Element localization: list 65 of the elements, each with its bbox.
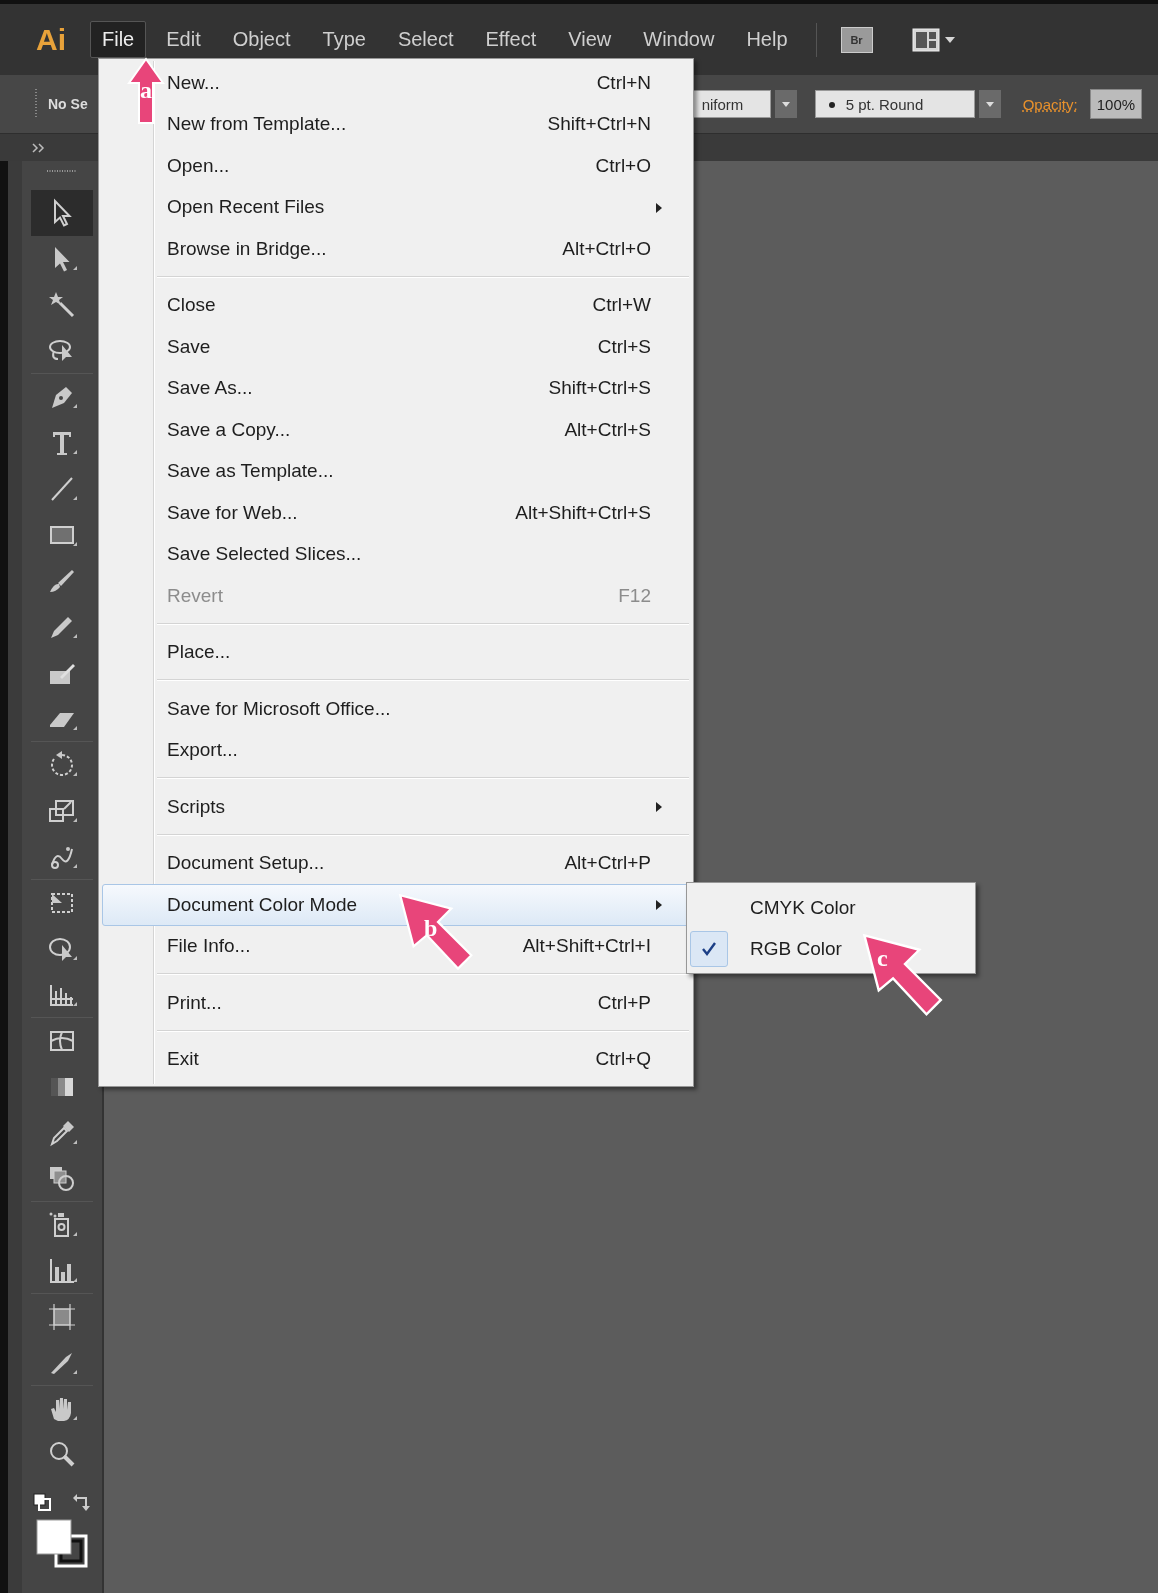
selection-label: No Se — [48, 96, 88, 112]
menu-option[interactable]: Document Color Mode — [167, 893, 358, 916]
menu-item[interactable]: Select — [385, 21, 466, 58]
grip-icon[interactable] — [47, 169, 77, 173]
shortcut-text: Ctrl+Q — [595, 1048, 651, 1071]
expand-panel-icon[interactable] — [32, 142, 46, 153]
shortcut-text: Alt+Shift+Ctrl+S — [515, 501, 651, 524]
menu-item[interactable]: Object — [220, 21, 303, 58]
callout-letter: c — [877, 946, 888, 970]
callout-letter: b — [424, 916, 438, 940]
shortcut-text: Alt+Ctrl+O — [562, 237, 651, 260]
menu-option[interactable]: Scripts — [167, 795, 226, 818]
shortcut-text: F12 — [618, 584, 651, 607]
shortcut-text: Ctrl+P — [597, 991, 651, 1014]
menu-option[interactable]: Save Selected Slices... — [167, 543, 362, 566]
menu-item[interactable]: Type — [310, 21, 378, 58]
swap-icon[interactable] — [72, 1492, 92, 1512]
menu-option[interactable]: Open... — [167, 154, 230, 177]
bridge-button[interactable]: Br — [840, 26, 873, 53]
menu-option[interactable]: Export... — [167, 739, 238, 762]
fill-stroke-icon[interactable] — [34, 1518, 90, 1568]
shortcut-text: Shift+Ctrl+S — [548, 377, 651, 400]
menu-option[interactable]: Close — [167, 294, 216, 317]
shortcut-text: Ctrl+S — [597, 335, 651, 358]
shortcut-text: Ctrl+O — [595, 154, 651, 177]
menu-item[interactable]: Edit — [154, 21, 213, 58]
menu-item[interactable]: Effect — [473, 21, 549, 58]
stroke-profile-dropdown[interactable]: niform — [692, 90, 771, 118]
shortcut-text: Alt+Ctrl+S — [564, 418, 651, 441]
menu-option[interactable]: New from Template... — [167, 113, 347, 136]
menu-option[interactable]: Save — [167, 335, 211, 358]
checkmark-icon — [701, 940, 717, 957]
menu-option[interactable]: Browse in Bridge... — [167, 237, 327, 260]
shortcut-text: Alt+Shift+Ctrl+I — [522, 935, 651, 958]
tool-button[interactable] — [31, 190, 93, 236]
menu-item[interactable]: View — [556, 21, 624, 58]
menu-option[interactable]: Save As... — [167, 377, 253, 400]
grip-icon[interactable] — [34, 89, 38, 119]
menu-option[interactable]: Exit — [167, 1048, 199, 1071]
menu-item[interactable]: Window — [631, 21, 727, 58]
menu-option[interactable]: Save as Template... — [167, 460, 334, 483]
opacity-field[interactable]: 100% — [1089, 89, 1143, 119]
menu-option[interactable]: Open Recent Files — [167, 196, 325, 219]
brush-dropdown[interactable]: 5 pt. Round — [814, 90, 975, 118]
menu-option[interactable]: Print... — [167, 991, 222, 1014]
menu-option[interactable]: New... — [167, 71, 220, 94]
artboard-icon — [46, 1301, 78, 1333]
menu-option[interactable]: Save a Copy... — [167, 418, 291, 441]
menu-option[interactable]: Place... — [167, 641, 231, 664]
callout-letter: a — [140, 78, 152, 102]
shortcut-text: Shift+Ctrl+N — [547, 113, 651, 136]
menu-option[interactable]: File Info... — [167, 935, 251, 958]
app-logo: Ai — [36, 22, 66, 57]
shortcut-text: Ctrl+W — [592, 294, 651, 317]
menu-option[interactable]: Save for Microsoft Office... — [167, 697, 391, 720]
menu-option[interactable]: Document Setup... — [167, 852, 325, 875]
menu-option[interactable]: Save for Web... — [167, 501, 298, 524]
menu-item[interactable]: File — [90, 21, 147, 58]
default-colors-icon[interactable] — [32, 1492, 52, 1512]
shortcut-text: Ctrl+N — [596, 71, 651, 94]
submenu-option[interactable]: RGB Color — [750, 937, 842, 960]
shortcut-text: Alt+Ctrl+P — [564, 852, 651, 875]
menu-item[interactable]: Help — [734, 21, 800, 58]
opacity-label[interactable]: Opacity: — [1022, 95, 1078, 113]
submenu-option[interactable]: CMYK Color — [750, 896, 856, 919]
